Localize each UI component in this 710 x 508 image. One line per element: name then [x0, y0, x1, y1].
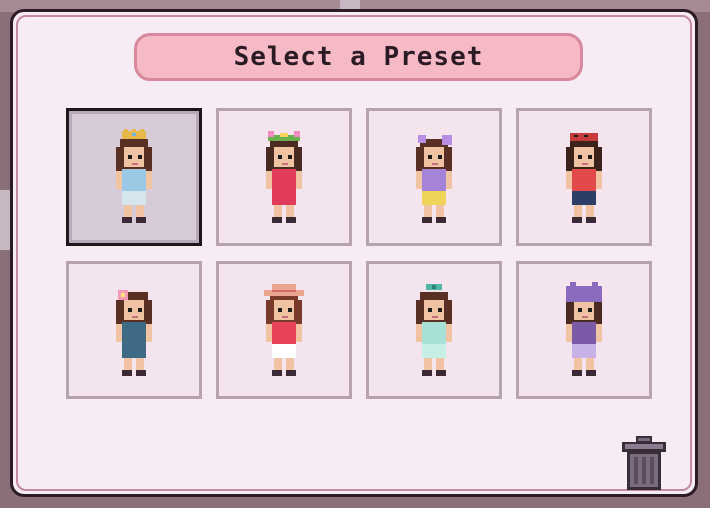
preset-slot[interactable] — [66, 108, 202, 246]
title-banner: Select a Preset — [134, 33, 583, 81]
dialog-title: Select a Preset — [233, 42, 484, 72]
preset-slot[interactable] — [216, 108, 352, 246]
character-sprite — [266, 131, 302, 223]
trash-icon[interactable] — [619, 434, 669, 492]
preset-slot[interactable] — [216, 261, 352, 399]
character-sprite — [116, 290, 152, 376]
preset-dialog: Select a Preset — [10, 9, 698, 497]
preset-slot[interactable] — [516, 261, 652, 399]
panel-border — [16, 15, 692, 491]
character-sprite — [416, 284, 452, 376]
character-sprite — [264, 284, 304, 376]
character-sprite — [116, 129, 152, 223]
preset-slot[interactable] — [516, 108, 652, 246]
preset-slot[interactable] — [66, 261, 202, 399]
preset-slot[interactable] — [366, 108, 502, 246]
character-sprite — [566, 133, 602, 223]
character-sprite — [416, 135, 452, 223]
character-sprite — [566, 282, 602, 376]
preset-slot[interactable] — [366, 261, 502, 399]
